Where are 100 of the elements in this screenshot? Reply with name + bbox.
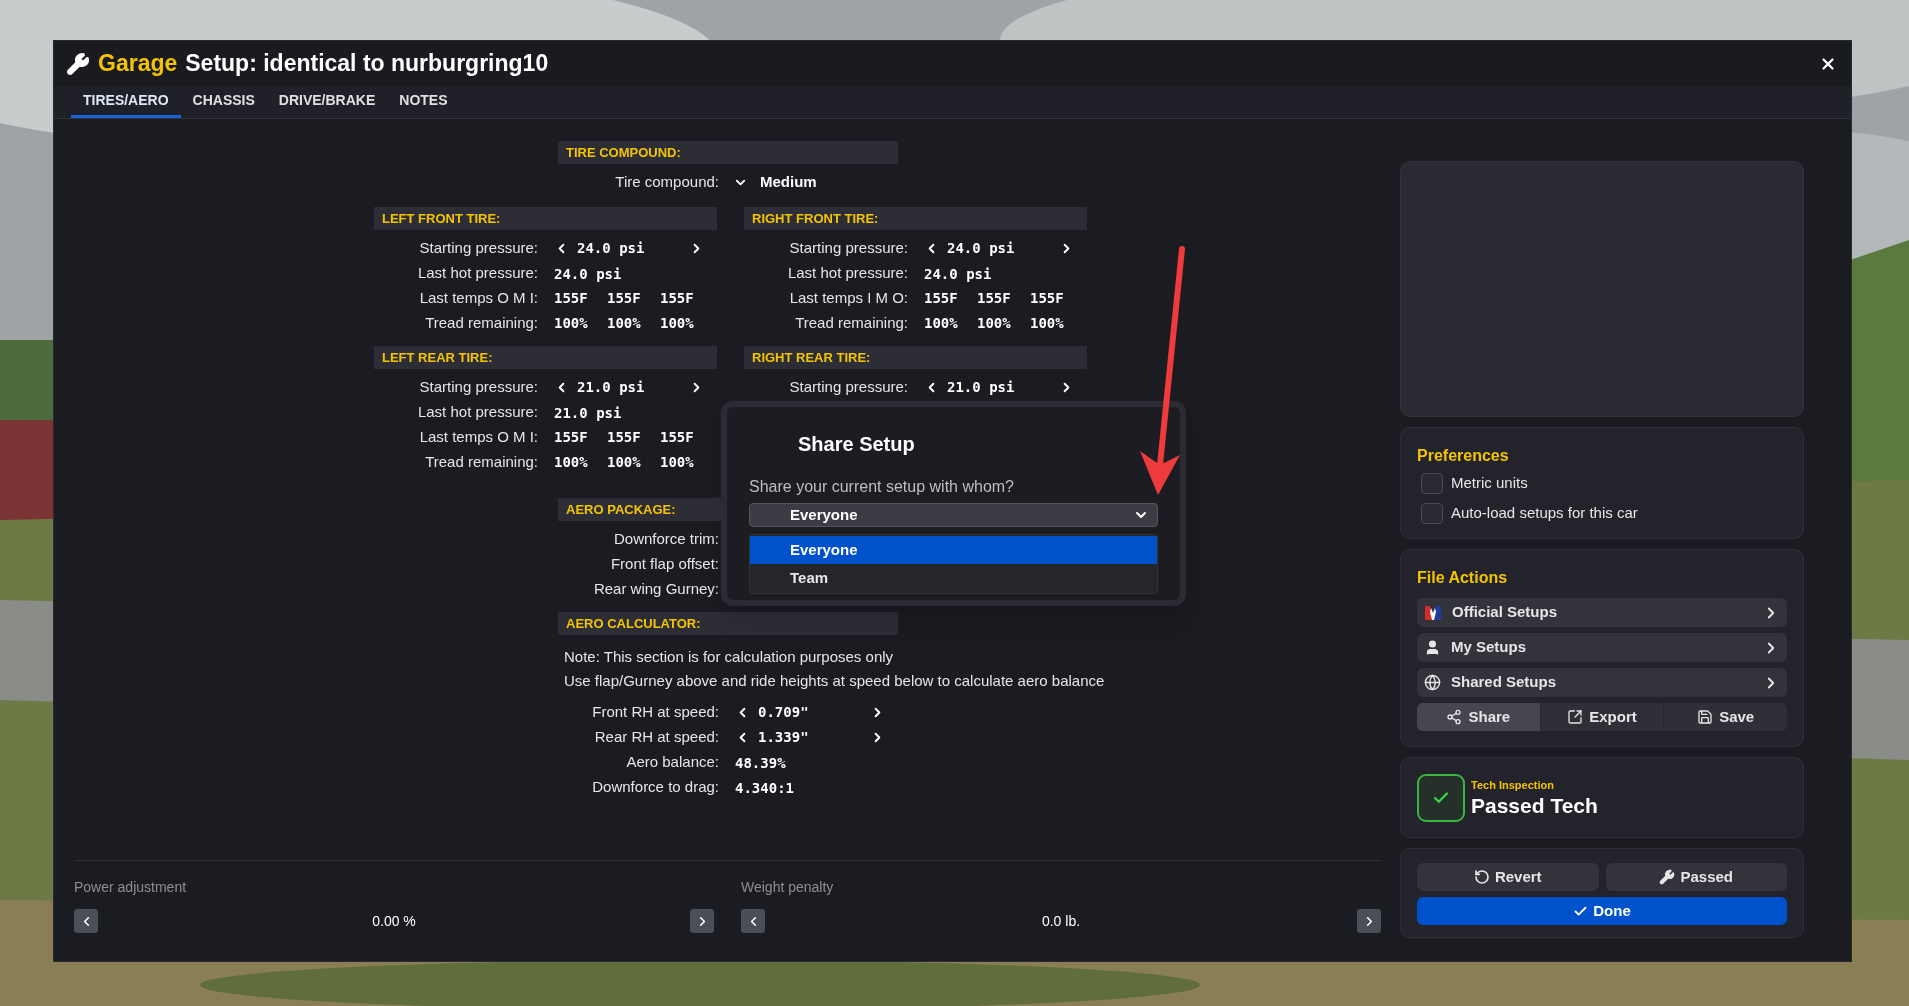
setting-value: 100%: [1030, 314, 1065, 333]
option-item[interactable]: Team: [750, 564, 1157, 592]
export-icon: [1567, 709, 1584, 725]
setting-label: Last temps O M I:: [418, 427, 538, 448]
setting-label: Tread remaining:: [424, 313, 538, 334]
panel-title: Preferences: [1417, 446, 1510, 466]
setting-value: 100%: [554, 453, 589, 472]
setting-value: 24.0 psi: [924, 265, 992, 282]
tab[interactable]: NOTES: [387, 86, 460, 118]
passed-check-icon: [1417, 773, 1465, 822]
checkbox[interactable]: [1421, 502, 1443, 524]
setting-label: Last hot pressure:: [416, 402, 538, 423]
setting-value: 24.0 psi: [577, 239, 646, 258]
decrease-button[interactable]: [741, 909, 765, 933]
setting-value: 155F: [977, 289, 1012, 308]
tab[interactable]: DRIVE/BRAKE: [266, 86, 388, 118]
window-brand: Garage: [98, 49, 178, 79]
setting-value: 0.709": [758, 703, 810, 722]
done-button[interactable]: Done: [1417, 897, 1787, 925]
control-value: 0.00 %: [371, 911, 417, 931]
menu-item[interactable]: Shared Setups: [1417, 668, 1787, 697]
setting-value: 100%: [660, 314, 695, 333]
tech-caption: Tech Inspection: [1471, 778, 1555, 794]
setting-label: Starting pressure:: [418, 238, 538, 259]
setting-value: 100%: [554, 314, 589, 333]
dialog-prompt: Share your current setup with whom?: [749, 477, 1015, 497]
setting-label: Front flap offset:: [609, 554, 719, 575]
setting-value: 155F: [607, 428, 642, 447]
section-header: LEFT REAR TIRE:: [374, 346, 717, 369]
setting-value: 100%: [977, 314, 1012, 333]
setting-value: 155F: [660, 289, 695, 308]
wrench-icon: [1659, 869, 1676, 885]
action-button[interactable]: Revert: [1417, 863, 1599, 891]
decrease-button[interactable]: [74, 909, 98, 933]
setting-label: Downforce trim:: [612, 529, 719, 550]
segment-button[interactable]: Share: [1417, 703, 1540, 731]
setting-value: 100%: [607, 453, 642, 472]
setting-label: Last hot pressure:: [786, 263, 908, 284]
share-select[interactable]: Everyone: [749, 503, 1158, 527]
menu-item[interactable]: My Setups: [1417, 633, 1787, 662]
setting-label: Rear wing Gurney:: [592, 579, 719, 600]
wrench-icon: [66, 51, 90, 76]
compound-value[interactable]: Medium: [760, 171, 817, 194]
note-text: Note: This section is for calculation purposes only: [564, 646, 895, 667]
tech-status: Passed Tech: [1471, 793, 1598, 818]
setting-value: 155F: [554, 289, 589, 308]
note-text: Use flap/Gurney above and ride heights at speed below to calculate aero balance: [564, 670, 1106, 691]
setting-label: Starting pressure:: [788, 238, 908, 259]
setting-value: 21.0 psi: [947, 378, 1016, 397]
section-header: AERO CALCULATOR:: [558, 612, 898, 635]
setting-label: Front RH at speed:: [591, 702, 719, 723]
setting-label: Downforce to drag:: [591, 777, 719, 798]
control-value: 0.0 lb.: [1040, 911, 1082, 931]
section-header: RIGHT FRONT TIRE:: [744, 207, 1087, 230]
setting-value: 155F: [924, 289, 959, 308]
tab[interactable]: TIRES/AERO: [71, 86, 181, 118]
setting-label: Last hot pressure:: [416, 263, 538, 284]
section-header: LEFT FRONT TIRE:: [374, 207, 717, 230]
action-button[interactable]: Passed: [1605, 863, 1787, 891]
setting-value: 4.340:1: [735, 779, 794, 796]
control-label: Power adjustment: [74, 878, 188, 895]
setting-label: Last temps O M I:: [418, 288, 538, 309]
checkbox[interactable]: [1421, 472, 1443, 494]
setting-value: 155F: [554, 428, 589, 447]
setting-label: Starting pressure:: [788, 377, 908, 398]
user-icon: [1424, 639, 1441, 656]
setting-value: 155F: [607, 289, 642, 308]
control-label: Weight penalty: [741, 878, 835, 895]
window-title: Setup: identical to nurburgring10: [185, 49, 549, 79]
dialog-title: Share Setup: [798, 432, 916, 457]
option-item[interactable]: Everyone: [750, 536, 1157, 564]
setting-label: Tread remaining:: [794, 313, 908, 334]
tab[interactable]: CHASSIS: [180, 86, 267, 118]
checkbox-label: Auto-load setups for this car: [1451, 502, 1638, 523]
undo-icon: [1473, 869, 1490, 885]
section-header: TIRE COMPOUND:: [558, 141, 898, 164]
checkbox-label: Metric units: [1451, 472, 1528, 493]
globe-icon: [1424, 674, 1441, 691]
section-header: RIGHT REAR TIRE:: [744, 346, 1087, 369]
setting-value: 21.0 psi: [554, 404, 622, 421]
setting-label: Starting pressure:: [418, 377, 538, 398]
setting-label: Last temps I M O:: [788, 288, 908, 309]
setting-label: Tire compound:: [614, 172, 719, 193]
save-icon: [1697, 709, 1714, 725]
setting-value: 24.0 psi: [554, 265, 622, 282]
setting-label: Tread remaining:: [424, 452, 538, 473]
setting-label: Rear RH at speed:: [593, 727, 719, 748]
setting-value: 21.0 psi: [577, 378, 646, 397]
setting-value: 155F: [1030, 289, 1065, 308]
setting-value: 100%: [924, 314, 959, 333]
increase-button[interactable]: [1357, 909, 1381, 933]
setting-value: 24.0 psi: [947, 239, 1016, 258]
panel-title: File Actions: [1417, 568, 1509, 588]
setting-value: 1.339": [758, 728, 810, 747]
increase-button[interactable]: [690, 909, 714, 933]
setting-value: 155F: [660, 428, 695, 447]
menu-item[interactable]: Official Setups: [1417, 598, 1787, 627]
setting-value: 100%: [607, 314, 642, 333]
setting-label: Aero balance:: [625, 752, 719, 773]
setting-value: 100%: [660, 453, 695, 472]
